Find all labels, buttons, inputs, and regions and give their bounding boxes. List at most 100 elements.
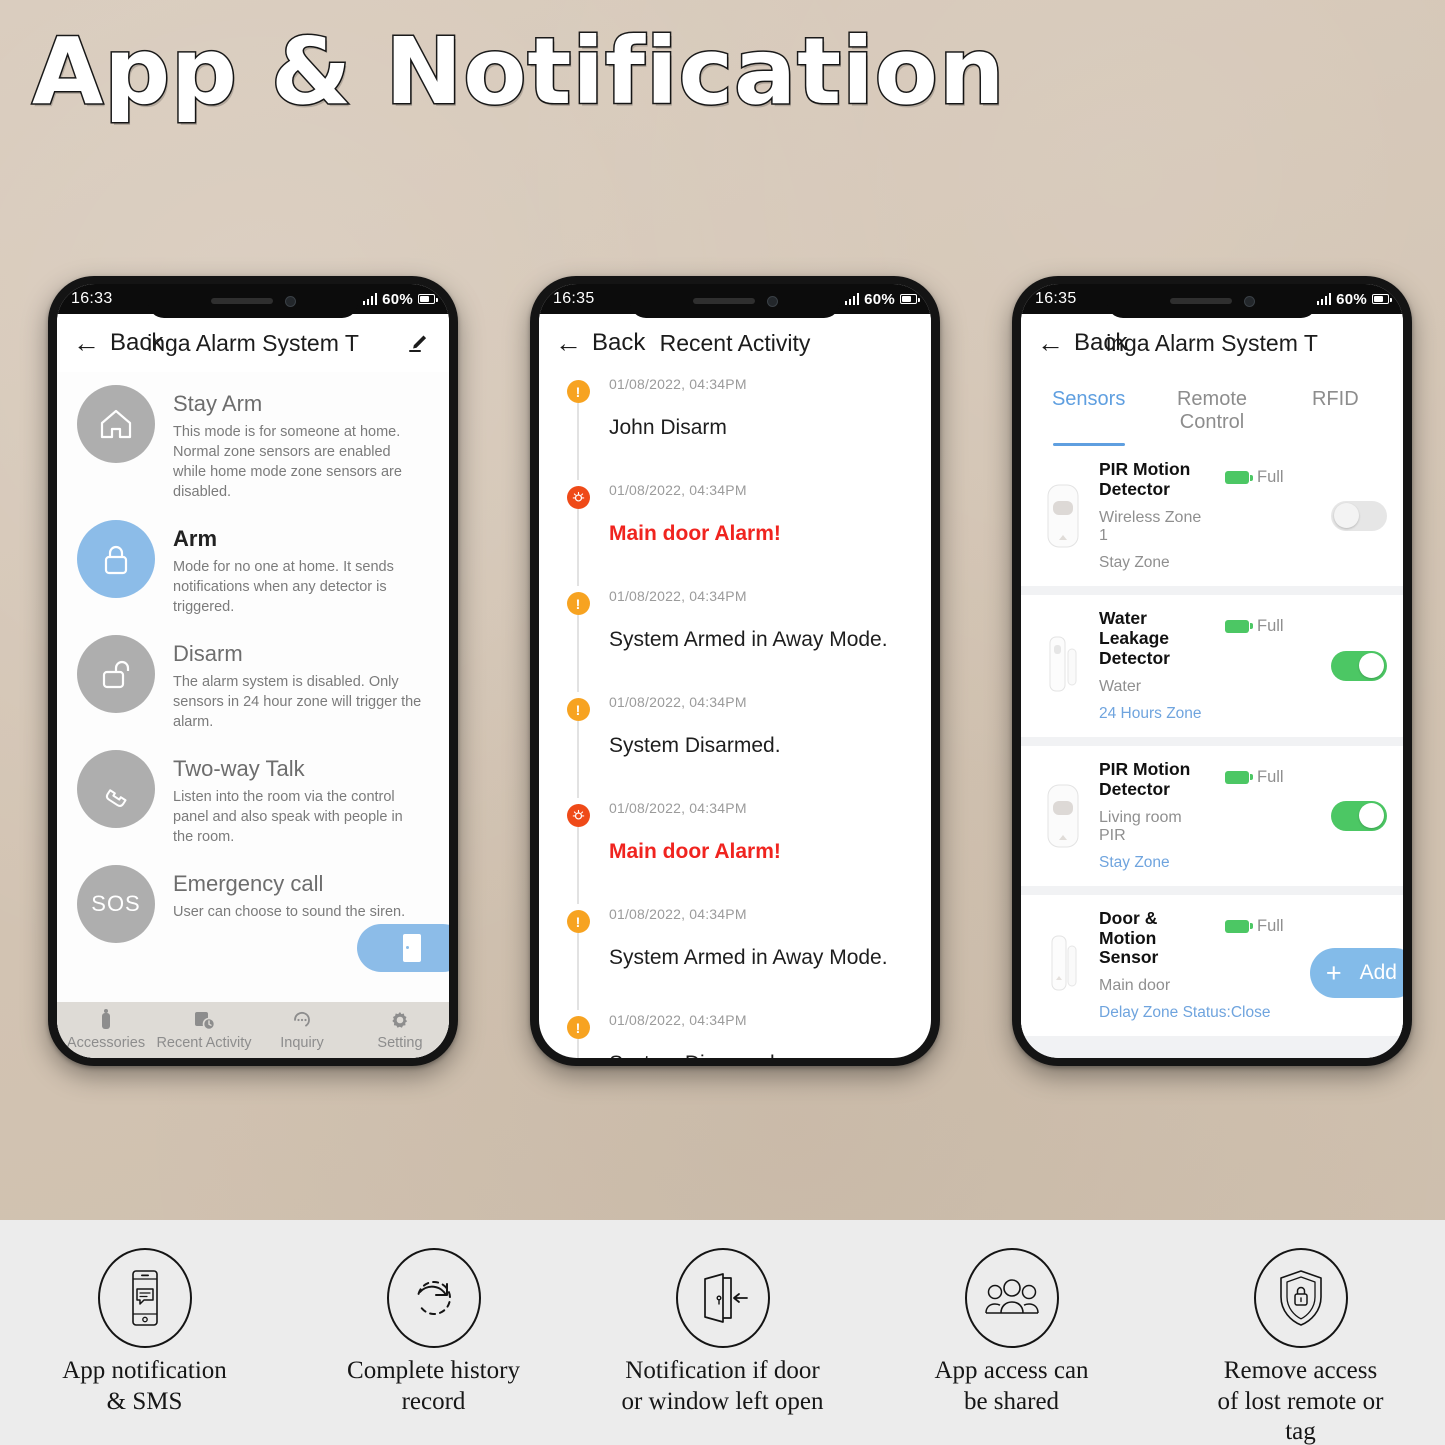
status-time: 16:35 [1035,290,1077,307]
status-bar-1: 16:33 60% [57,284,449,318]
battery-icon [418,294,438,304]
status-battery-percent: 60% [864,290,895,308]
info-badge-icon: ! [566,698,590,721]
open-door-icon [675,1248,770,1348]
activity-item[interactable]: ! 01/08/2022, 04:34PM System Armed in Aw… [539,586,931,692]
sensor-tabs: Sensors Remote Control RFID [1021,372,1403,446]
back-arrow-icon: ← [73,327,100,358]
feature-app-access-shared: App access can be shared [874,1248,1150,1417]
activity-message: System Armed in Away Mode. [609,946,888,969]
sensor-location: Water [1099,677,1142,695]
sensor-list: PIR Motion Detector Wireless Zone 1 Stay… [1021,446,1403,1058]
activity-timeline: ! 01/08/2022, 04:34PM John Disarm 01/08/… [539,372,931,1058]
status-bar-2: 16:35 60% [539,284,931,318]
feature-caption: App notification & SMS [62,1357,227,1415]
tab-rfid[interactable]: RFID [1274,372,1397,446]
sensor-location: Main door [1099,977,1171,995]
app-bar-2: ← Back Recent Activity [539,314,931,372]
activity-item[interactable]: 01/08/2022, 04:34PM Main door Alarm! [539,480,931,586]
sensor-battery-label: Full [1257,767,1284,786]
activity-item[interactable]: ! 01/08/2022, 04:34PM System Disarmed. [539,1010,931,1058]
status-bar-3: 16:35 60% [1021,284,1403,318]
water-sensor-icon [1037,629,1089,703]
tab-label: Setting [377,1035,423,1051]
battery-full-icon [1225,471,1253,484]
sensor-row[interactable]: PIR Motion Detector Wireless Zone 1 Stay… [1021,446,1403,586]
sensor-zone[interactable]: Stay Zone [1099,854,1209,872]
sensor-row[interactable]: PIR Motion Detector Living room PIR Stay… [1021,745,1403,886]
history-refresh-icon [386,1248,481,1348]
signal-bars-icon [1316,293,1332,305]
phone-notch [148,284,358,318]
activity-message: System Armed in Away Mode. [609,628,888,651]
sensor-battery-label: Full [1257,468,1284,486]
sensor-toggle[interactable] [1331,500,1387,531]
tab-remote-control[interactable]: Remote Control [1150,372,1273,446]
battery-icon [900,294,920,304]
battery-full-icon [1225,619,1253,633]
sensor-toggle[interactable] [1331,800,1387,831]
bottom-tab-bar: Accessories Recent Activity Inquiry Sett… [57,1002,449,1058]
info-badge-icon: ! [566,1016,590,1039]
back-arrow-icon: ← [555,327,582,358]
sensor-zone[interactable]: 24 Hours Zone [1099,705,1209,723]
lock-closed-icon [77,520,155,598]
mode-row-stay-arm[interactable]: Stay Arm This mode is for someone at hom… [57,376,449,511]
activity-item[interactable]: ! 01/08/2022, 04:34PM System Disarmed. [539,692,931,798]
feature-caption: App access can be shared [934,1357,1089,1415]
sensor-name: Door & Motion Sensor [1099,907,1159,968]
activity-message: John Disarm [609,416,727,439]
tab-inquiry[interactable]: Inquiry [253,1008,351,1052]
app-title-3: inga Alarm System T [1106,329,1318,356]
back-arrow-icon: ← [1037,327,1064,358]
lock-open-icon [77,635,155,713]
phone-handset-icon [77,750,155,828]
activity-item[interactable]: ! 01/08/2022, 04:34PM John Disarm [539,374,931,480]
sensor-toggle[interactable] [1331,650,1387,681]
sensor-name: PIR Motion Detector [1099,758,1191,799]
signal-bars-icon [844,293,860,305]
add-sensor-button[interactable]: + Add [1309,948,1403,998]
tab-label: Recent Activity [156,1035,252,1051]
sensor-zone[interactable]: Delay Zone Status:Close [1099,1004,1270,1022]
tab-recent-activity[interactable]: Recent Activity [155,1008,253,1052]
activity-item[interactable]: ! 01/08/2022, 04:34PM System Armed in Aw… [539,904,931,1010]
feature-caption: Complete history record [347,1357,520,1415]
sensor-zone: Stay Zone [1099,553,1170,571]
activity-message: Main door Alarm! [609,522,781,545]
tab-label: Inquiry [280,1035,324,1051]
alarm-badge-icon [566,486,590,509]
mode-title: Stay Arm [173,391,263,416]
sensor-name: PIR Motion Detector [1099,459,1191,499]
app-bar-1: ← Back inga Alarm System T [57,314,449,372]
phone-mockup-modes: 16:33 60% ← Back inga Alarm System T Sta… [48,276,458,1066]
home-icon [77,385,155,463]
tab-setting[interactable]: Setting [351,1008,449,1052]
activity-item[interactable]: 01/08/2022, 04:34PM Main door Alarm! [539,798,931,904]
phone-mockup-sensors: 16:35 60% ← Back inga Alarm System T Sen… [1012,276,1412,1066]
alarm-badge-icon [566,804,590,827]
status-battery-percent: 60% [1336,290,1367,308]
edit-pencil-icon[interactable] [403,328,433,358]
tab-accessories[interactable]: Accessories [57,1008,155,1052]
mode-row-disarm[interactable]: Disarm The alarm system is disabled. Onl… [57,626,449,741]
mode-row-arm[interactable]: Arm Mode for no one at home. It sends no… [57,511,449,626]
door-sensor-icon [1037,928,1089,1002]
back-button-2[interactable]: ← Back [555,329,645,357]
activity-time: 01/08/2022, 04:34PM [609,482,747,498]
activity-time: 01/08/2022, 04:34PM [609,906,747,922]
feature-history-record: Complete history record [296,1248,572,1417]
activity-time: 01/08/2022, 04:34PM [609,1012,747,1028]
sensor-battery-label: Full [1257,616,1284,635]
mode-desc: User can choose to sound the siren. [173,904,406,920]
tab-sensors[interactable]: Sensors [1027,372,1150,446]
mode-row-two-way-talk[interactable]: Two-way Talk Listen into the room via th… [57,741,449,856]
info-badge-icon: ! [566,910,590,933]
signal-bars-icon [362,293,378,305]
info-badge-icon: ! [566,592,590,615]
tab-label: Accessories [66,1035,146,1051]
floating-action-button-door[interactable] [357,924,449,972]
history-icon [195,1012,216,1031]
phone-notch [1107,284,1317,318]
sensor-row[interactable]: Water Leakage Detector Water 24 Hours Zo… [1021,594,1403,737]
